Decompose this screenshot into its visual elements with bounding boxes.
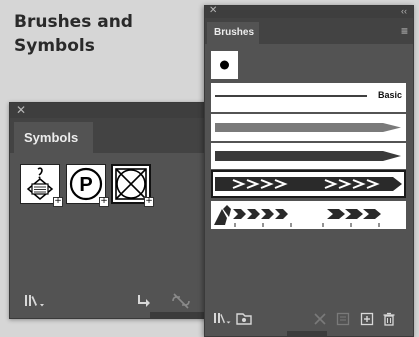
tapered-gray-brush-stroke (215, 123, 401, 132)
brush-item-tapered-gray[interactable] (211, 114, 406, 141)
tab-brushes[interactable]: Brushes (207, 22, 259, 44)
brush-libraries-menu-icon[interactable] (213, 312, 233, 331)
basic-brush-stroke (215, 95, 367, 97)
close-icon[interactable]: ✕ (209, 5, 217, 17)
symbols-panel-titlebar[interactable]: ✕ (10, 103, 213, 118)
brush-item-basic[interactable]: Basic (211, 83, 406, 112)
brush-options-icon[interactable] (336, 312, 350, 331)
symbol-swatch[interactable]: P + (66, 164, 109, 207)
collapse-panel-icon[interactable]: ‹‹ (401, 5, 407, 17)
remove-brush-stroke-icon[interactable] (313, 312, 327, 331)
chevron-brush-stroke (215, 177, 402, 191)
new-brush-icon[interactable] (360, 312, 374, 331)
brushes-panel: ✕ ‹‹ Brushes ≡ Basic (204, 5, 414, 337)
place-symbol-instance-icon[interactable] (136, 293, 152, 314)
brushes-tabbar: Brushes ≡ (205, 18, 413, 44)
brush-item-chevron-selected[interactable] (211, 170, 406, 198)
tab-symbols[interactable]: Symbols (14, 122, 93, 153)
symbols-panel: ✕ Symbols + P + + (9, 102, 214, 319)
tapered-dark-brush-stroke (215, 151, 401, 161)
symbol-swatch[interactable]: + (20, 164, 63, 207)
brushes-panel-titlebar[interactable]: ✕ ‹‹ (205, 5, 413, 18)
symbols-tabbar: Symbols (10, 118, 213, 153)
page-title-line-1: Brushes and (14, 12, 133, 32)
panel-menu-icon[interactable]: ≡ (401, 24, 408, 38)
brushes-scrollbar[interactable] (287, 331, 327, 336)
symbol-libraries-menu-icon[interactable] (24, 293, 48, 314)
symbol-plus-badge: + (99, 196, 109, 207)
symbol-plus-badge: + (144, 196, 154, 207)
basic-brush-label: Basic (377, 90, 402, 100)
parking-letter: P (79, 174, 92, 196)
symbol-plus-badge: + (53, 196, 63, 207)
brush-item-pattern-chevron[interactable] (211, 201, 406, 229)
brushes-bottom-bar (205, 308, 413, 328)
page-title: Brushes and Symbols (14, 10, 204, 58)
dot-brush-icon (220, 60, 229, 70)
close-icon[interactable]: ✕ (16, 103, 26, 118)
pattern-chevron-brush-stroke (214, 205, 381, 227)
brush-item-tapered-dark[interactable] (211, 143, 406, 169)
brush-item-dot[interactable] (211, 51, 238, 79)
page-title-line-2: Symbols (14, 36, 95, 56)
delete-brush-icon[interactable] (382, 312, 396, 331)
break-link-icon[interactable] (170, 293, 192, 314)
libraries-panel-icon[interactable] (235, 312, 253, 331)
symbol-swatch-selected[interactable]: + (111, 164, 154, 207)
